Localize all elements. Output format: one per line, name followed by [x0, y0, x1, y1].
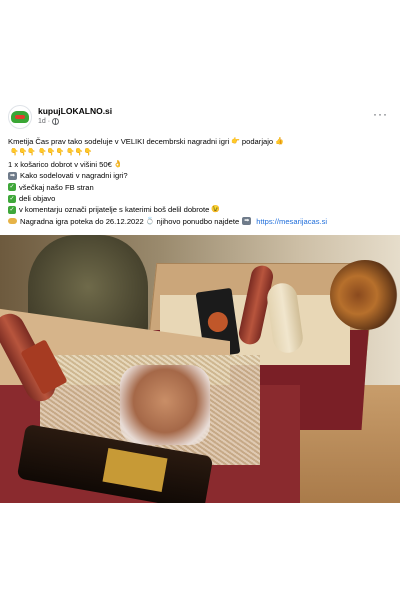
- pointing-hand-icon: 👉: [231, 138, 240, 145]
- post-line: Kmetija Čas prav tako sodeluje v VELIKI …: [8, 136, 394, 147]
- hand-icon: 👌: [113, 160, 123, 168]
- post-line-text: Kako sodelovati v nagradni igri?: [20, 171, 128, 181]
- post-line-text: Nagradna igra poteka do 26.12.2022: [20, 216, 144, 226]
- right-arrow-icon: ➡: [8, 171, 17, 180]
- kupujlokalno-logo-icon: [11, 111, 29, 123]
- right-arrow-icon: ➡: [242, 217, 252, 226]
- pointing-down-icon: 👇👇👇 👇👇👇 👇👇👇: [10, 149, 93, 157]
- post-line-text: 1 x košarico dobrot v višini 50€: [8, 159, 112, 169]
- website-link[interactable]: https://mesarijacas.si: [256, 216, 327, 227]
- ring-icon: 💍: [145, 217, 155, 225]
- post-line-text: podarjajo: [241, 137, 274, 146]
- post-line-text: deli objavo: [19, 193, 56, 203]
- post-line: Nagradna igra poteka do 26.12.2022 💍 nji…: [8, 216, 394, 227]
- post-meta: 1d ·: [38, 118, 60, 125]
- post-line-text: v komentarju označi prijatelje s katerim…: [19, 205, 210, 215]
- meta-dot: ·: [47, 118, 51, 125]
- post-card: kupujLOKALNO.si 1d · ··· Kmetija Čas pra…: [0, 95, 400, 505]
- photo-dried-flowers: [330, 260, 400, 330]
- ring-icon: [8, 218, 17, 225]
- more-options-button[interactable]: ···: [373, 108, 388, 120]
- thumbs-up-icon: 👍: [275, 138, 284, 145]
- smile-icon: 😉: [211, 206, 221, 214]
- post-photo[interactable]: [0, 235, 400, 503]
- avatar[interactable]: [8, 105, 32, 129]
- post-text: Kmetija Čas prav tako sodeluje v VELIKI …: [8, 136, 394, 227]
- globe-icon: [52, 118, 60, 125]
- post-line-text: njihovo ponudbo najdete: [156, 216, 240, 226]
- post-line: 👇👇👇 👇👇👇 👇👇👇: [8, 147, 394, 158]
- author-name[interactable]: kupujLOKALNO.si: [38, 106, 112, 116]
- check-mark-icon: ✓: [8, 183, 16, 192]
- post-line: ✓ všečkaj našo FB stran: [8, 182, 394, 193]
- post-time[interactable]: 1d: [38, 118, 46, 125]
- post-line-text: Kmetija Čas prav tako sodeluje v VELIKI …: [8, 137, 230, 146]
- post-line: ➡ Kako sodelovati v nagradni igri?: [8, 170, 394, 181]
- check-mark-icon: ✓: [8, 194, 16, 203]
- check-mark-icon: ✓: [8, 206, 16, 215]
- post-line: 1 x košarico dobrot v višini 50€ 👌: [8, 159, 394, 170]
- photo-wrapped-meat: [120, 365, 210, 445]
- post-line: ✓ v komentarju označi prijatelje s kater…: [8, 204, 394, 215]
- post-line-text: všečkaj našo FB stran: [19, 182, 94, 192]
- post-header: kupujLOKALNO.si 1d · ···: [8, 105, 392, 133]
- post-line: ✓ deli objavo: [8, 193, 394, 204]
